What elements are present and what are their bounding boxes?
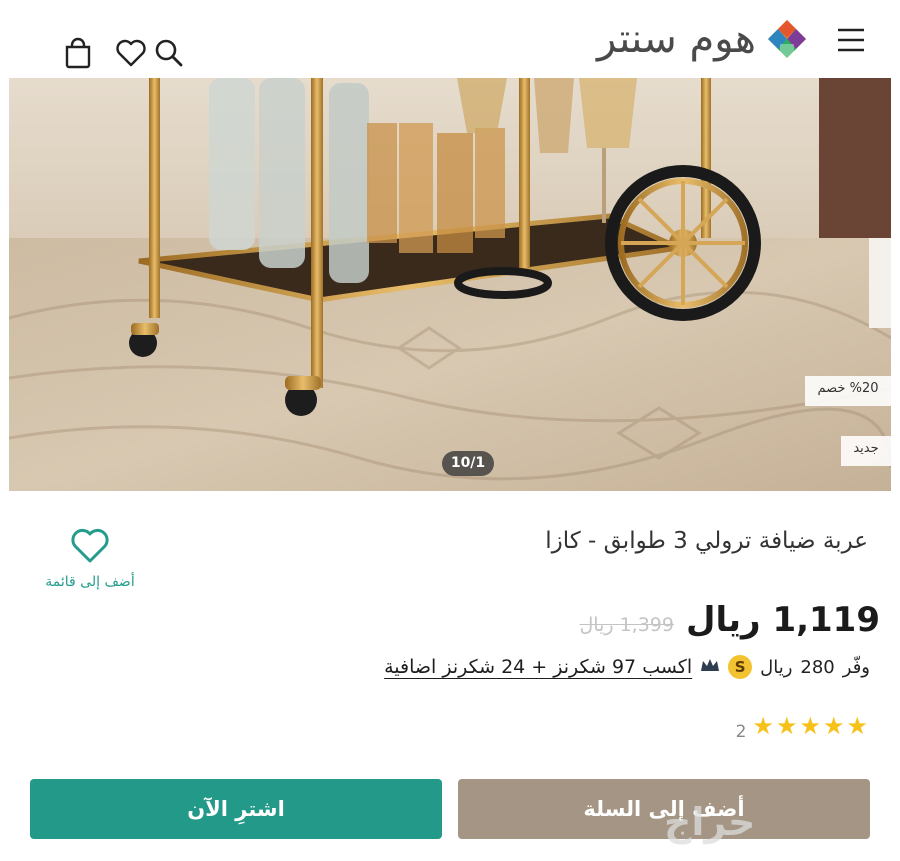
star-icon: ★ [752, 712, 774, 740]
crown-icon [700, 657, 720, 678]
new-badge: جديد [841, 436, 891, 466]
wishlist-label: أضف إلى قائمة [45, 574, 135, 590]
add-to-cart-button[interactable]: أضف إلى السلة [458, 779, 870, 839]
old-price: 1,399 ريال [579, 614, 674, 636]
rating-count: 2 [735, 722, 747, 742]
product-rating[interactable]: ★ ★ ★ ★ ★ 2 [736, 710, 868, 742]
buy-now-button[interactable]: اشترِ الآن [30, 779, 442, 839]
logo-text: هوم سنتر [597, 16, 756, 62]
logo-mark-icon [768, 20, 806, 58]
savings-row: وفّر 280 ريال S اكسب 97 شكرنز + 24 شكرنز… [384, 652, 870, 682]
brand-logo[interactable]: هوم سنتر [597, 14, 808, 64]
save-currency: ريال [760, 656, 793, 678]
shopping-bag-icon[interactable] [61, 36, 95, 70]
image-counter: 10/1 [442, 451, 494, 476]
search-icon[interactable] [152, 36, 186, 70]
product-image-gallery[interactable]: %20 خصم جديد 10/1 [9, 78, 891, 491]
shukran-earn-link[interactable]: اكسب 97 شكرنز + 24 شكرنز اضافية [384, 656, 692, 678]
current-price: 1,119 ريال [686, 600, 880, 640]
star-icon: ★ [799, 712, 821, 740]
menu-icon[interactable] [836, 26, 866, 54]
discount-badge: %20 خصم [805, 376, 891, 406]
heart-outline-icon [71, 528, 109, 563]
star-icon: ★ [775, 712, 798, 740]
shukran-coin-icon: S [728, 655, 753, 679]
price-row: 1,119 ريال 1,399 ريال [579, 600, 880, 644]
add-to-wishlist-button[interactable]: أضف إلى قائمة [40, 528, 140, 590]
star-icon: ★ [846, 712, 868, 740]
save-label: وفّر [842, 656, 870, 678]
product-photo [9, 78, 891, 491]
star-icon: ★ [822, 712, 845, 740]
product-title: عربة ضيافة ترولي 3 طوابق - كازا [545, 528, 868, 554]
app-header: هوم سنتر [0, 0, 900, 78]
save-amount: 280 [800, 656, 835, 678]
heart-icon[interactable] [114, 36, 148, 70]
